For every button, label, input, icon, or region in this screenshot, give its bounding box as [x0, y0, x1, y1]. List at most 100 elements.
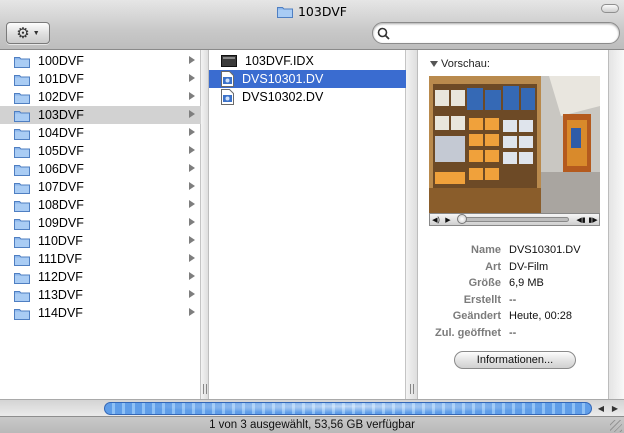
dv-movie-file-icon	[221, 71, 234, 87]
folder-row[interactable]: 104DVF	[0, 124, 201, 142]
column-resize-handle[interactable]	[406, 50, 418, 399]
folder-icon	[14, 128, 30, 140]
folder-icon	[14, 56, 30, 68]
action-menu-button[interactable]: ⚙ ▼	[6, 22, 50, 44]
folder-label: 114DVF	[38, 306, 83, 320]
playhead-knob[interactable]	[457, 214, 467, 224]
scroll-right-arrow-icon[interactable]: ▶	[608, 402, 622, 415]
folder-row[interactable]: 108DVF	[0, 196, 201, 214]
disclosure-arrow-icon	[189, 254, 195, 262]
folder-label: 100DVF	[38, 54, 84, 68]
folder-icon	[14, 254, 30, 266]
chevron-down-icon: ▼	[32, 29, 40, 37]
disclosure-arrow-icon	[189, 74, 195, 82]
movie-preview[interactable]	[429, 76, 600, 214]
info-row: Erstellt --	[418, 294, 607, 310]
window-resize-grip[interactable]	[610, 420, 622, 432]
folder-row[interactable]: 102DVF	[0, 88, 201, 106]
dv-movie-file-icon	[221, 89, 234, 105]
folder-icon	[14, 272, 30, 284]
info-row: Art DV-Film	[418, 261, 607, 277]
folder-label: 101DVF	[38, 72, 84, 86]
folder-label: 103DVF	[38, 108, 84, 122]
info-key: Name	[471, 244, 501, 256]
status-text: 1 von 3 ausgewählt, 53,56 GB verfügbar	[209, 419, 415, 431]
preview-column: Vorschau: ◀) ▶ ◀▮ ▮▶ Name DVS10301.DV Ar…	[418, 50, 607, 399]
folder-column: 100DVF 101DVF 102DVF 103DVF 104DVF 105DVF 106D…	[0, 50, 201, 399]
folder-icon	[14, 74, 30, 86]
step-back-button[interactable]: ◀▮	[575, 214, 587, 225]
disclosure-arrow-icon	[189, 236, 195, 244]
disclosure-arrow-icon	[189, 164, 195, 172]
disclosure-triangle-icon	[430, 61, 438, 67]
folder-icon	[276, 6, 293, 18]
file-row[interactable]: DVS10301.DV	[209, 70, 406, 88]
disclosure-arrow-icon	[189, 56, 195, 64]
info-key: Größe	[468, 277, 501, 289]
file-row[interactable]: 103DVF.IDX	[209, 52, 406, 70]
folder-label: 108DVF	[38, 198, 84, 212]
scroll-left-arrow-icon[interactable]: ◀	[594, 402, 608, 415]
disclosure-arrow-icon	[189, 308, 195, 316]
folder-label: 107DVF	[38, 180, 84, 194]
folder-row[interactable]: 112DVF	[0, 268, 201, 286]
disclosure-arrow-icon	[189, 128, 195, 136]
folder-label: 111DVF	[38, 252, 83, 266]
file-label: 103DVF.IDX	[245, 54, 314, 68]
info-value: 6,9 MB	[509, 277, 544, 289]
search-icon	[377, 27, 390, 40]
folder-row[interactable]: 109DVF	[0, 214, 201, 232]
more-info-button[interactable]: Informationen...	[454, 351, 576, 369]
folder-row[interactable]: 107DVF	[0, 178, 201, 196]
window-title-bar: 103DVF	[0, 3, 624, 19]
step-forward-button[interactable]: ▮▶	[587, 214, 599, 225]
folder-label: 112DVF	[38, 270, 83, 284]
search-input[interactable]	[393, 26, 613, 40]
vertical-scrollbar[interactable]	[608, 50, 624, 399]
status-bar: 1 von 3 ausgewählt, 53,56 GB verfügbar	[0, 416, 624, 433]
disclosure-arrow-icon	[189, 110, 195, 118]
info-row: Geändert Heute, 00:28	[418, 310, 607, 326]
folder-row[interactable]: 105DVF	[0, 142, 201, 160]
folder-icon	[14, 236, 30, 248]
folder-icon	[14, 110, 30, 122]
info-row: Größe 6,9 MB	[418, 277, 607, 293]
folder-icon	[14, 182, 30, 194]
folder-row[interactable]: 101DVF	[0, 70, 201, 88]
file-label: DVS10302.DV	[242, 90, 324, 104]
disclosure-arrow-icon	[189, 218, 195, 226]
playback-scrubber[interactable]	[457, 214, 569, 224]
folder-icon	[14, 218, 30, 230]
toolbar-toggle-button[interactable]	[601, 4, 619, 13]
folder-row[interactable]: 106DVF	[0, 160, 201, 178]
horizontal-scroll-thumb[interactable]	[104, 402, 592, 415]
folder-row[interactable]: 100DVF	[0, 52, 201, 70]
disclosure-arrow-icon	[189, 200, 195, 208]
folder-icon	[14, 308, 30, 320]
file-column: 103DVF.IDX DVS10301.DV DVS10302.DV	[209, 50, 406, 399]
file-row[interactable]: DVS10302.DV	[209, 88, 406, 106]
folder-row[interactable]: 110DVF	[0, 232, 201, 250]
folder-icon	[14, 164, 30, 176]
column-resize-handle[interactable]	[201, 50, 209, 399]
info-key: Geändert	[452, 310, 501, 322]
preview-header[interactable]: Vorschau:	[430, 58, 490, 70]
folder-row[interactable]: 111DVF	[0, 250, 201, 268]
info-row: Zul. geöffnet --	[418, 327, 607, 343]
info-value: --	[509, 293, 517, 306]
folder-row[interactable]: 114DVF	[0, 304, 201, 322]
info-key: Zul. geöffnet	[435, 326, 501, 339]
disclosure-arrow-icon	[189, 272, 195, 280]
volume-icon[interactable]: ◀)	[430, 214, 442, 225]
folder-label: 106DVF	[38, 162, 84, 176]
movie-controller: ◀) ▶ ◀▮ ▮▶	[429, 213, 600, 226]
search-field[interactable]	[372, 22, 620, 44]
play-button[interactable]: ▶	[442, 214, 454, 225]
folder-row[interactable]: 113DVF	[0, 286, 201, 304]
folder-label: 113DVF	[38, 288, 83, 302]
info-row: Name DVS10301.DV	[418, 244, 607, 260]
horizontal-scrollbar[interactable]: ◀ ▶	[0, 399, 624, 416]
file-label: DVS10301.DV	[242, 72, 324, 86]
folder-row[interactable]: 103DVF	[0, 106, 201, 124]
folder-label: 110DVF	[38, 234, 83, 248]
